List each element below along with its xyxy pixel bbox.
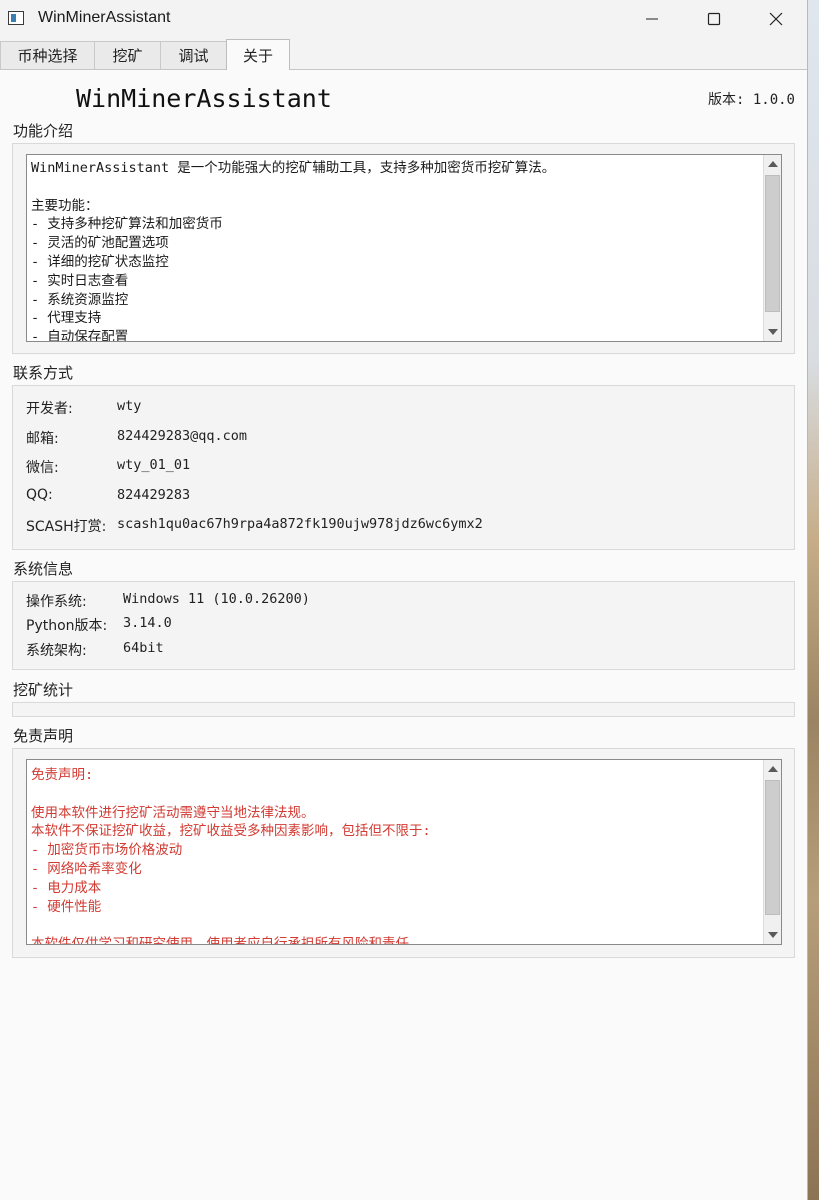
contact-label: QQ: [26,487,53,503]
system-label: Python版本: [26,618,108,634]
window-title: WinMinerAssistant [38,9,171,26]
minimize-icon [646,18,658,20]
tab-about[interactable]: 关于 [226,39,290,70]
version-label: 版本: 1.0.0 [707,92,795,108]
scroll-up-icon[interactable] [764,760,781,778]
maximize-icon [707,12,721,26]
stats-title: 挖矿统计 [13,681,74,699]
scroll-thumb[interactable] [765,780,780,915]
app-window: WinMinerAssistant 币种选择 挖矿 调试 关于 WinMiner… [0,0,808,1200]
features-textarea[interactable]: WinMinerAssistant 是一个功能强大的挖矿辅助工具，支持多种加密货… [26,154,782,342]
scroll-down-icon[interactable] [764,926,781,944]
contact-label: 开发者: [26,401,73,417]
maximize-button[interactable] [682,0,746,38]
disclaimer-textarea[interactable]: 免责声明: 使用本软件进行挖矿活动需遵守当地法律法规。 本软件不保证挖矿收益，挖… [26,759,782,945]
contact-value: 824429283 [117,487,191,503]
disclaimer-text: 免责声明: 使用本软件进行挖矿活动需遵守当地法律法规。 本软件不保证挖矿收益，挖… [31,767,431,945]
features-title: 功能介绍 [13,122,74,140]
features-scrollbar[interactable] [763,155,781,341]
minimize-button[interactable] [620,0,684,38]
contact-value[interactable]: 824429283@qq.com [117,428,247,444]
system-value: Windows 11 (10.0.26200) [123,591,310,607]
system-label: 操作系统: [26,594,87,610]
scroll-thumb[interactable] [765,175,780,312]
contact-label: 邮箱: [26,431,59,447]
scroll-down-icon[interactable] [764,323,781,341]
contact-title: 联系方式 [13,364,74,382]
contact-value: wty_01_01 [117,457,191,473]
contact-label: SCASH打赏: [26,519,107,535]
close-icon [769,12,783,26]
tab-mining[interactable]: 挖矿 [94,41,161,69]
system-value: 64bit [123,640,164,656]
app-name-heading: WinMinerAssistant [76,84,332,113]
title-bar[interactable]: WinMinerAssistant [0,0,807,38]
disclaimer-scrollbar[interactable] [763,760,781,944]
tab-bar: 币种选择 挖矿 调试 关于 [0,38,807,70]
system-label: 系统架构: [26,643,87,659]
desktop-background [808,0,819,1200]
app-icon [8,11,24,25]
features-group: WinMinerAssistant 是一个功能强大的挖矿辅助工具，支持多种加密货… [12,143,795,354]
disclaimer-title: 免责声明 [13,727,74,745]
system-value: 3.14.0 [123,615,172,631]
disclaimer-group: 免责声明: 使用本软件进行挖矿活动需遵守当地法律法规。 本软件不保证挖矿收益，挖… [12,748,795,958]
scroll-up-icon[interactable] [764,155,781,173]
tab-coin-select[interactable]: 币种选择 [0,41,95,69]
contact-value: wty [117,398,142,414]
system-title: 系统信息 [13,560,74,578]
features-text: WinMinerAssistant 是一个功能强大的挖矿辅助工具，支持多种加密货… [31,160,556,342]
tab-debug[interactable]: 调试 [160,41,227,69]
contact-label: 微信: [26,460,59,476]
stats-group [12,702,795,717]
contact-value[interactable]: scash1qu0ac67h9rpa4a872fk190ujw978jdz6wc… [117,516,483,532]
close-button[interactable] [744,0,807,38]
